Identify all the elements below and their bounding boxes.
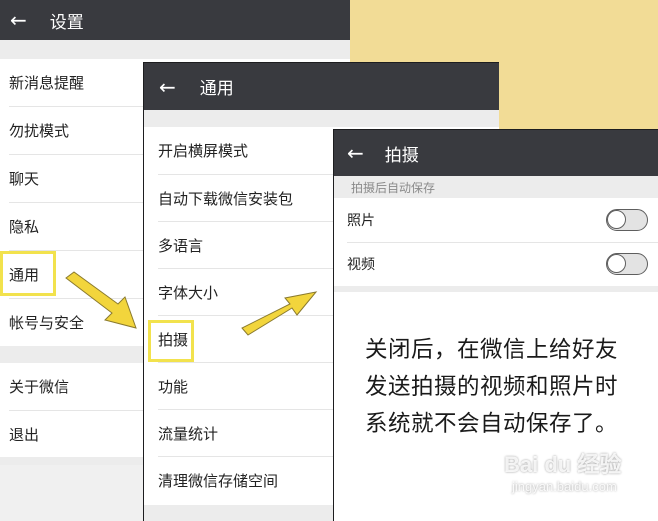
settings-item-label: 聊天 [9, 169, 40, 188]
note-line: 发送拍摄的视频和照片时 [365, 374, 619, 400]
general-item-label: 开启横屏模式 [158, 142, 249, 160]
general-item-label: 功能 [158, 378, 189, 396]
arrow-left-icon[interactable]: ← [10, 10, 27, 30]
arrow-pointer-2 [241, 291, 318, 336]
general-item-label: 字体大小 [158, 284, 219, 302]
arrow-left-icon[interactable]: ← [347, 143, 364, 163]
settings-item-label: 勿扰模式 [9, 121, 70, 140]
capture-item-video: 视频 [334, 242, 658, 286]
general-item-label: 流量统计 [158, 425, 219, 443]
general-item-label: 多语言 [158, 237, 204, 255]
capture-title: 拍摄 [384, 145, 419, 166]
settings-item-label: 新消息提醒 [9, 73, 85, 92]
settings-item-label: 退出 [9, 425, 40, 444]
capture-title-bar: ← 拍摄 [334, 130, 658, 176]
arrow-pointer-1 [65, 271, 137, 329]
note-line: 关闭后，在微信上给好友 [365, 337, 619, 363]
watermark-main: Bai du 经验 [504, 452, 622, 477]
instruction-note: 关闭后，在微信上给好友 发送拍摄的视频和照片时 系统就不会自动保存了。 [365, 332, 655, 443]
general-item-label: 自动下载微信安装包 [158, 190, 294, 208]
baidu-watermark: Bai du 经验 jingyan.baidu.com [504, 447, 621, 494]
watermark-sub: jingyan.baidu.com [512, 479, 617, 494]
note-line: 系统就不会自动保存了。 [365, 411, 619, 437]
general-item-label: 拍摄 [158, 331, 189, 349]
section-header: 拍摄后自动保存 [334, 176, 658, 198]
section-separator [334, 286, 658, 292]
settings-title: 设置 [49, 12, 84, 33]
settings-item-label: 关于微信 [9, 377, 70, 396]
capture-item-photo: 照片 [334, 198, 658, 242]
capture-item-label: 视频 [347, 257, 375, 273]
capture-group: 照片 视频 [334, 198, 658, 286]
photo-toggle[interactable] [606, 209, 648, 231]
general-title: 通用 [199, 79, 234, 99]
video-toggle[interactable] [606, 253, 648, 275]
general-title-bar: ← 通用 [144, 63, 499, 110]
toggle-knob [607, 254, 626, 273]
toggle-knob [607, 210, 626, 229]
capture-item-label: 照片 [347, 213, 375, 229]
arrow-left-icon[interactable]: ← [159, 77, 176, 97]
settings-title-bar: ← 设置 [0, 0, 350, 40]
settings-item-label: 通用 [9, 265, 40, 284]
settings-item-label: 隐私 [9, 217, 40, 236]
general-item-label: 清理微信存储空间 [158, 472, 279, 490]
